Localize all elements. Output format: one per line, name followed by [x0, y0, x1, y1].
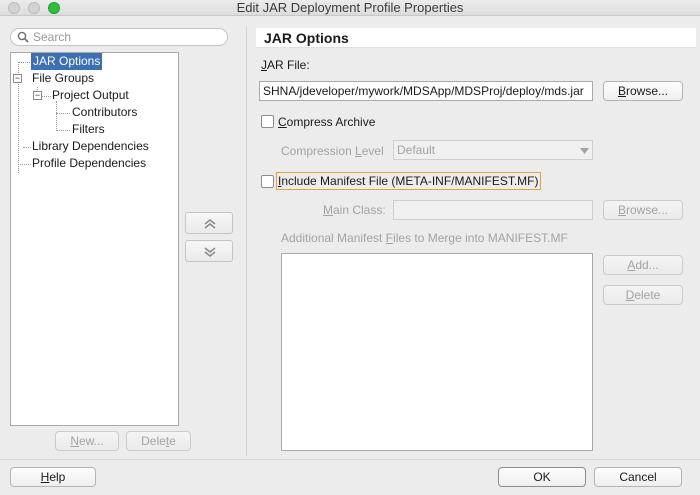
tree-item-label: JAR Options — [31, 53, 103, 70]
search-input[interactable] — [33, 29, 223, 45]
chevron-down-icon — [204, 247, 216, 257]
tree-item-label: File Groups — [32, 71, 95, 85]
new-button[interactable]: New... — [55, 431, 119, 451]
search-box[interactable] — [10, 28, 228, 46]
mnemonic: C — [278, 115, 287, 129]
compress-archive-checkbox[interactable] — [261, 115, 274, 128]
mnemonic: F — [385, 231, 394, 245]
tree-guide — [18, 62, 30, 63]
jar-file-field[interactable]: SHNA/jdeveloper/mywork/MDSApp/MDSProj/de… — [259, 81, 593, 101]
footer-separator — [0, 459, 700, 460]
tree-item-label: Project Output — [52, 88, 129, 102]
main-class-label: Main Class: — [323, 203, 386, 217]
mnemonic: B — [617, 203, 626, 217]
search-icon — [17, 31, 29, 43]
title-bar: Edit JAR Deployment Profile Properties — [0, 0, 700, 16]
add-manifest-button[interactable]: Add... — [603, 255, 683, 275]
browse-jar-button[interactable]: Browse... — [603, 81, 683, 101]
browse-main-class-button[interactable]: Browse... — [603, 200, 683, 220]
additional-manifest-label: Additional Manifest Files to Merge into … — [281, 231, 568, 245]
include-manifest-checkbox[interactable] — [261, 175, 274, 188]
tree-guide — [23, 147, 31, 148]
tree-item-profile-dependencies[interactable]: Profile Dependencies — [32, 155, 177, 172]
panel-divider — [246, 26, 247, 456]
tree-guide — [56, 130, 70, 131]
mnemonic: N — [70, 434, 79, 448]
profile-tree[interactable]: JAR Options ⊟− File Groups ⊟− Project Ou… — [10, 52, 179, 426]
window-title: Edit JAR Deployment Profile Properties — [236, 0, 464, 15]
tree-collapse-icon[interactable]: ⊟− — [33, 91, 42, 100]
jar-file-label: JAR File: — [261, 58, 310, 72]
cancel-button[interactable]: Cancel — [594, 467, 682, 487]
tree-guide — [18, 164, 31, 165]
tree-item-label: Filters — [72, 122, 105, 136]
tree-guide — [56, 101, 57, 131]
ok-button[interactable]: OK — [498, 467, 586, 487]
tree-item-project-output[interactable]: Project Output — [52, 87, 172, 104]
chevron-up-icon — [204, 219, 216, 229]
tree-item-label: Profile Dependencies — [32, 156, 147, 170]
tree-item-filters[interactable]: Filters — [72, 121, 172, 138]
section-title: JAR Options — [256, 28, 696, 48]
help-button[interactable]: Help — [10, 467, 96, 487]
mnemonic: D — [625, 288, 635, 302]
delete-profile-item-button[interactable]: Delete — [126, 431, 191, 451]
compression-level-select[interactable]: Default — [393, 140, 593, 160]
tree-item-contributors[interactable]: Contributors — [72, 104, 172, 121]
manifest-files-list[interactable] — [281, 253, 593, 451]
mnemonic: B — [617, 84, 626, 98]
tree-item-file-groups[interactable]: File Groups — [32, 70, 172, 87]
tree-guide — [56, 113, 70, 114]
include-manifest-label: Include Manifest File (META-INF/MANIFEST… — [276, 172, 541, 190]
compression-level-label: Compression Level — [281, 144, 384, 158]
move-up-button[interactable] — [185, 212, 233, 234]
tree-item-label: Library Dependencies — [32, 139, 149, 153]
compress-archive-label: Compress Archive — [278, 115, 376, 129]
main-class-field[interactable] — [393, 200, 593, 220]
mnemonic: M — [323, 203, 333, 217]
dropdown-arrow-icon — [580, 148, 589, 154]
tree-item-label: Contributors — [72, 105, 138, 119]
tree-collapse-icon[interactable]: ⊟− — [13, 74, 22, 83]
move-down-button[interactable] — [185, 240, 233, 262]
mnemonic: L — [355, 144, 362, 158]
delete-manifest-button[interactable]: Delete — [603, 285, 683, 305]
tree-item-jar-options[interactable]: JAR Options — [31, 53, 177, 70]
tree-item-library-dependencies[interactable]: Library Dependencies — [32, 138, 177, 155]
